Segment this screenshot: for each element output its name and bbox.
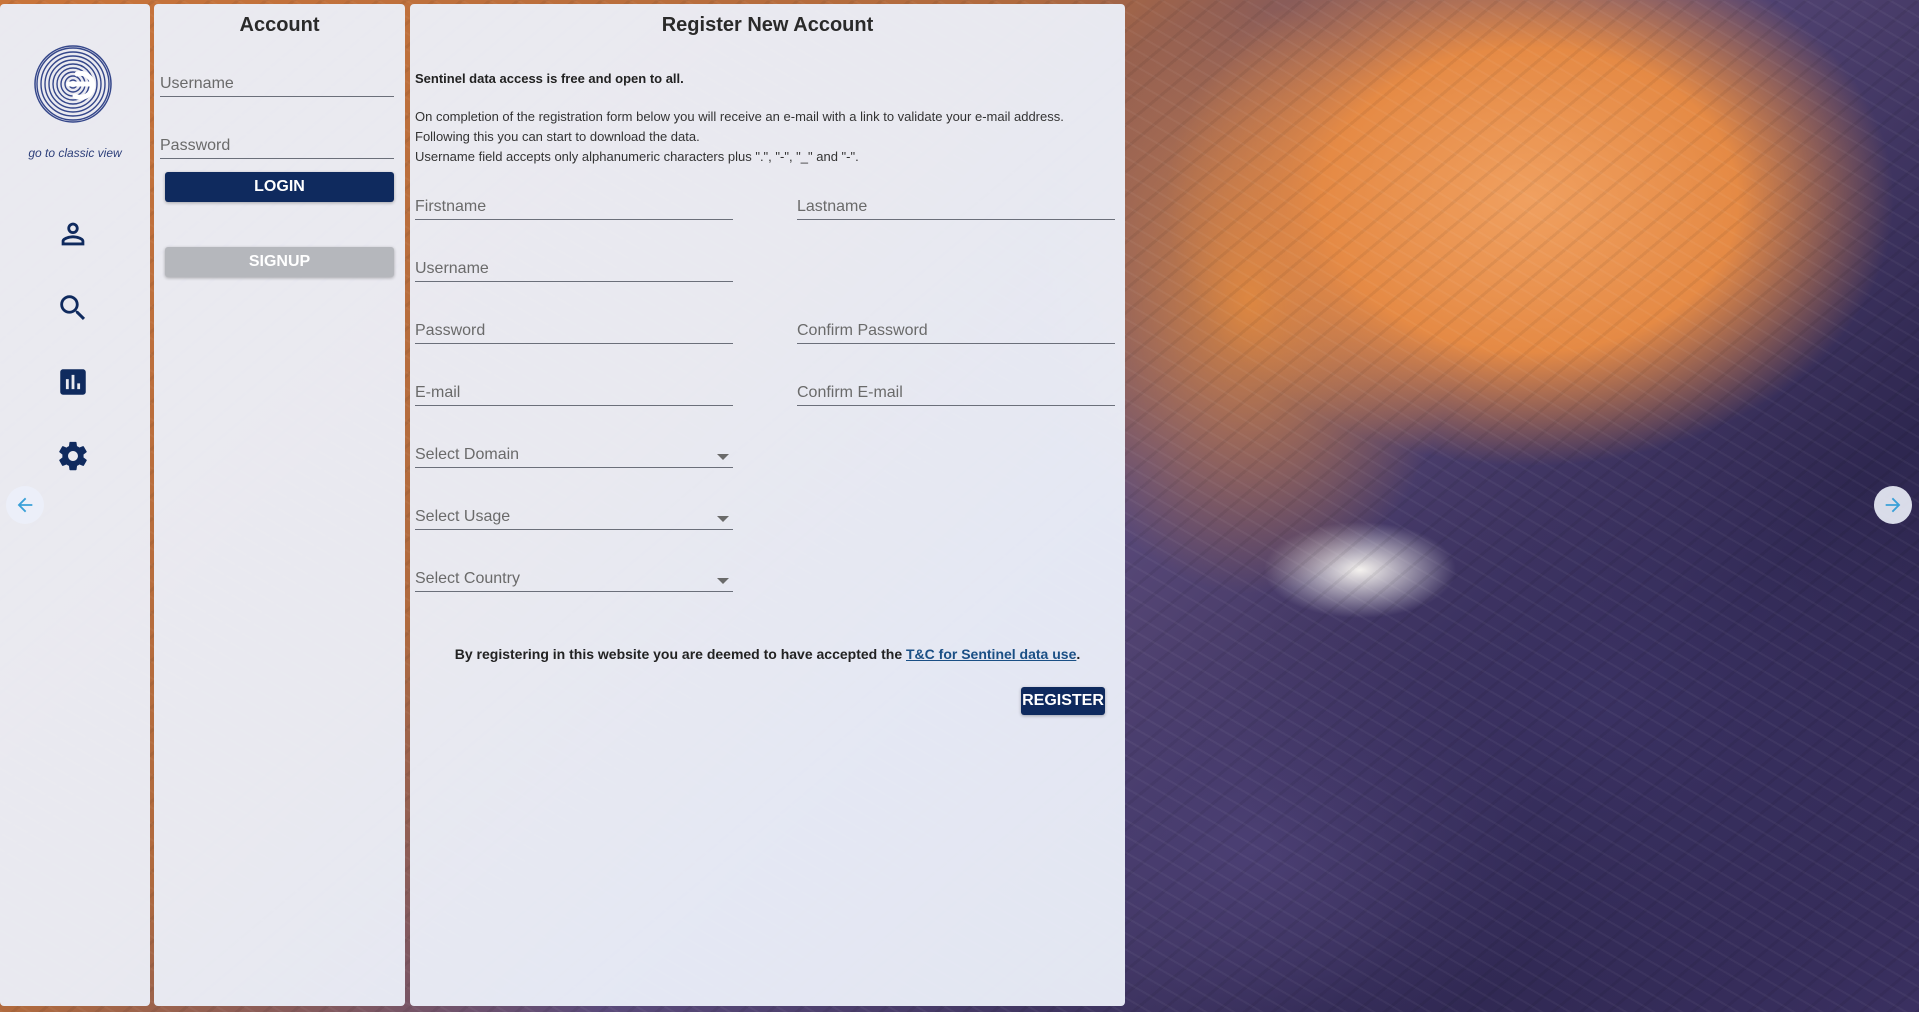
- domain-select-label: Select Domain: [415, 446, 520, 463]
- intro-line: On completion of the registration form b…: [415, 109, 1064, 124]
- register-button[interactable]: REGISTER: [1021, 687, 1105, 715]
- login-password-input[interactable]: Password: [160, 137, 394, 159]
- classic-view-link[interactable]: go to classic view: [0, 146, 150, 160]
- password-input[interactable]: Password: [415, 322, 733, 344]
- account-panel: Account Username Password LOGIN SIGNUP: [154, 4, 405, 1006]
- confirm-email-input[interactable]: Confirm E-mail: [797, 384, 1115, 406]
- terms-notice: By registering in this website you are d…: [410, 646, 1125, 662]
- esa-logo[interactable]: [33, 44, 113, 124]
- account-icon[interactable]: [56, 217, 90, 251]
- firstname-input[interactable]: Firstname: [415, 198, 733, 220]
- usage-select-label: Select Usage: [415, 508, 511, 525]
- register-panel: Register New Account Sentinel data acces…: [410, 4, 1125, 1006]
- email-input[interactable]: E-mail: [415, 384, 733, 406]
- country-select-label: Select Country: [415, 570, 520, 587]
- register-title: Register New Account: [661, 14, 874, 36]
- usage-select[interactable]: Select Usage: [415, 508, 733, 530]
- intro-line: Following this you can start to download…: [415, 129, 700, 144]
- signup-button[interactable]: SIGNUP: [165, 247, 394, 277]
- search-icon[interactable]: [56, 291, 90, 325]
- arrow-left-icon: [17, 497, 33, 513]
- login-username-input[interactable]: Username: [160, 75, 394, 97]
- confirm-password-input[interactable]: Confirm Password: [797, 322, 1115, 344]
- terms-link[interactable]: T&C for Sentinel data use: [906, 646, 1076, 662]
- next-arrow-right[interactable]: [1874, 486, 1912, 524]
- arrow-right-icon: [1885, 497, 1901, 513]
- chevron-down-icon: [717, 578, 729, 584]
- country-select[interactable]: Select Country: [415, 570, 733, 592]
- username-input[interactable]: Username: [415, 260, 733, 282]
- domain-select[interactable]: Select Domain: [415, 446, 733, 468]
- settings-icon[interactable]: [56, 439, 90, 473]
- account-title: Account: [239, 14, 320, 36]
- intro-line: Username field accepts only alphanumeric…: [415, 149, 859, 164]
- chevron-down-icon: [717, 454, 729, 460]
- login-button[interactable]: LOGIN: [165, 172, 394, 202]
- collapse-panel-arrow-left[interactable]: [6, 486, 44, 524]
- terms-text: By registering in this website you are d…: [454, 646, 906, 662]
- statistics-icon[interactable]: [56, 365, 90, 399]
- terms-suffix: .: [1076, 646, 1081, 662]
- intro-heading: Sentinel data access is free and open to…: [415, 71, 684, 86]
- lastname-input[interactable]: Lastname: [797, 198, 1115, 220]
- chevron-down-icon: [717, 516, 729, 522]
